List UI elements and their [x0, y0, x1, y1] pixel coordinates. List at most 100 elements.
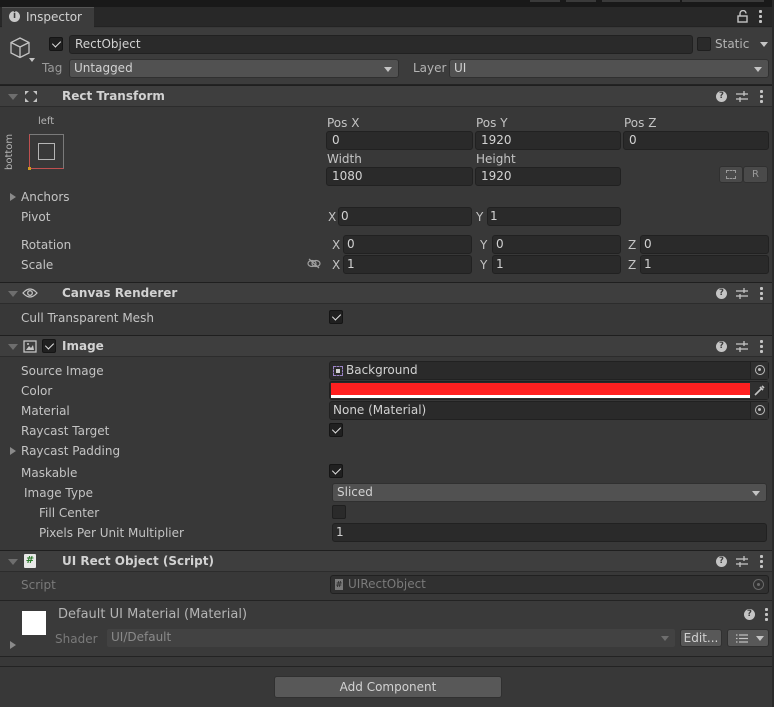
- static-checkbox[interactable]: [697, 37, 711, 51]
- help-icon[interactable]: ?: [744, 609, 755, 620]
- object-picker-icon[interactable]: [750, 402, 768, 419]
- gameobject-cube-icon[interactable]: [8, 36, 32, 60]
- image-type-label: Image Type: [24, 486, 93, 500]
- component-menu-icon[interactable]: [760, 287, 764, 300]
- material-field[interactable]: None (Material): [329, 401, 769, 420]
- lock-icon[interactable]: [737, 9, 749, 23]
- rotation-y-field[interactable]: 0: [492, 235, 621, 254]
- raycast-padding-foldout-icon[interactable]: [10, 447, 16, 455]
- inspector-menu-icon[interactable]: [759, 10, 763, 23]
- eyedropper-icon[interactable]: [750, 382, 768, 399]
- shader-options-button[interactable]: [727, 629, 769, 647]
- scale-z-field[interactable]: 1: [640, 255, 769, 274]
- scale-y-axis: Y: [480, 258, 488, 272]
- object-name-field[interactable]: RectObject: [69, 35, 693, 54]
- shader-label: Shader: [55, 632, 98, 646]
- script-icon: #: [24, 554, 36, 568]
- pos-y-field[interactable]: 1920: [475, 131, 621, 150]
- static-dropdown-icon[interactable]: [760, 42, 768, 47]
- add-component-button[interactable]: Add Component: [274, 676, 502, 698]
- blueprint-icon: [726, 170, 736, 179]
- tab-strip: [0, 7, 774, 27]
- icon-dropdown-icon[interactable]: [29, 58, 35, 62]
- anchor-h-label: left: [38, 116, 55, 127]
- pivot-x-axis: X: [328, 210, 337, 224]
- eye-icon: [22, 287, 38, 299]
- pivot-x-field[interactable]: 0: [338, 207, 472, 226]
- presets-icon[interactable]: [736, 556, 748, 567]
- fill-center-checkbox[interactable]: [332, 505, 346, 519]
- script-label: Script: [21, 578, 56, 592]
- list-icon: [736, 634, 748, 643]
- edit-shader-button[interactable]: Edit...: [680, 629, 722, 647]
- foldout-arrow-icon[interactable]: [8, 291, 18, 297]
- pivot-y-field[interactable]: 1: [487, 207, 621, 226]
- scale-label: Scale: [21, 258, 54, 272]
- foldout-arrow-icon[interactable]: [8, 94, 18, 100]
- foldout-arrow-icon[interactable]: [8, 344, 18, 350]
- anchor-rect-icon: [38, 143, 55, 160]
- pixels-per-unit-field[interactable]: 1: [332, 523, 767, 542]
- help-icon[interactable]: ?: [716, 341, 727, 352]
- shader-value: UI/Default: [111, 630, 172, 644]
- chevron-down-icon: [754, 67, 762, 72]
- rotation-z-field[interactable]: 0: [640, 235, 769, 254]
- presets-icon[interactable]: [736, 91, 748, 102]
- separator: [0, 666, 774, 667]
- scale-y-field[interactable]: 1: [492, 255, 621, 274]
- shader-dropdown[interactable]: UI/Default: [107, 629, 675, 647]
- raycast-padding-label[interactable]: Raycast Padding: [21, 444, 120, 458]
- pos-x-field[interactable]: 0: [326, 131, 473, 150]
- rotation-label: Rotation: [21, 238, 72, 252]
- material-menu-icon[interactable]: [765, 608, 769, 621]
- foldout-arrow-icon[interactable]: [8, 559, 18, 565]
- anchors-foldout-icon[interactable]: [10, 193, 16, 201]
- help-icon[interactable]: ?: [716, 91, 727, 102]
- source-image-field[interactable]: Background: [329, 361, 769, 380]
- tag-value: Untagged: [74, 61, 133, 75]
- image-type-dropdown[interactable]: Sliced: [332, 483, 767, 502]
- color-swatch[interactable]: [331, 383, 751, 395]
- presets-icon[interactable]: [736, 288, 748, 299]
- image-header[interactable]: [0, 335, 774, 357]
- color-field[interactable]: [329, 381, 769, 400]
- image-title: Image: [62, 339, 104, 353]
- layer-dropdown[interactable]: UI: [449, 59, 769, 78]
- maskable-checkbox[interactable]: [329, 464, 343, 478]
- anchor-presets-button[interactable]: [28, 134, 64, 170]
- layer-label: Layer: [413, 61, 447, 75]
- component-menu-icon[interactable]: [760, 90, 764, 103]
- raw-edit-button[interactable]: R: [743, 166, 768, 183]
- rotation-x-field[interactable]: 0: [343, 235, 472, 254]
- help-icon[interactable]: ?: [716, 288, 727, 299]
- editor-top-strip: [0, 0, 774, 7]
- help-icon[interactable]: ?: [716, 556, 727, 567]
- chevron-down-icon: [661, 636, 669, 641]
- pos-y-label: Pos Y: [476, 116, 508, 130]
- pos-z-field[interactable]: 0: [623, 131, 769, 150]
- component-menu-icon[interactable]: [760, 555, 764, 568]
- blueprint-mode-button[interactable]: [719, 166, 743, 183]
- pixels-per-unit-label: Pixels Per Unit Multiplier: [39, 526, 184, 540]
- script-file-icon: #: [335, 579, 343, 590]
- image-component-icon: [23, 340, 37, 353]
- rot-z-axis: Z: [628, 238, 637, 252]
- raycast-target-label: Raycast Target: [21, 424, 110, 438]
- scale-x-axis: X: [332, 258, 341, 272]
- height-field[interactable]: 1920: [475, 167, 621, 186]
- active-toggle[interactable]: [49, 37, 63, 51]
- cull-transparent-mesh-checkbox[interactable]: [329, 310, 343, 324]
- width-field[interactable]: 1080: [326, 167, 473, 186]
- image-enabled-checkbox[interactable]: [42, 339, 56, 353]
- material-foldout-icon[interactable]: [10, 641, 16, 649]
- sprite-icon: [333, 366, 343, 376]
- component-menu-icon[interactable]: [760, 340, 764, 353]
- anchors-label[interactable]: Anchors: [21, 190, 70, 204]
- width-label: Width: [327, 152, 362, 166]
- scale-x-field[interactable]: 1: [343, 255, 472, 274]
- object-picker-icon[interactable]: [750, 362, 768, 379]
- raycast-target-checkbox[interactable]: [329, 423, 343, 437]
- presets-icon[interactable]: [736, 341, 748, 352]
- constrain-proportions-icon[interactable]: [307, 258, 321, 269]
- tag-dropdown[interactable]: Untagged: [69, 59, 399, 78]
